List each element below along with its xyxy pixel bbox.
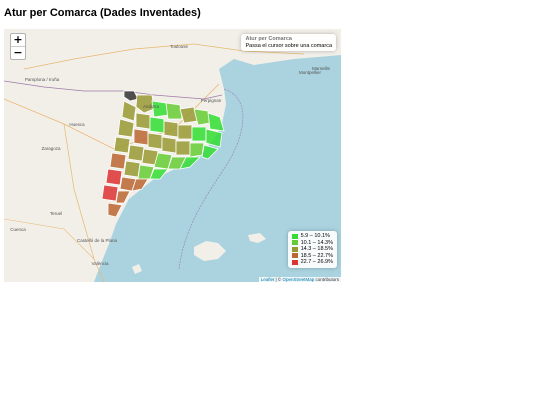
place-label: Teruel — [50, 211, 62, 216]
legend-swatch — [291, 246, 298, 252]
attribution-suffix: contributors — [314, 277, 339, 282]
legend-swatch — [291, 259, 298, 265]
legend-swatch — [291, 240, 298, 246]
map-container[interactable]: Toulouse Montpellier Marseille Perpignan And… — [4, 29, 341, 282]
legend: 5.9 – 10.1% 10.1 – 14.3% 14.3 – 18.5% 18.5 … — [287, 231, 337, 268]
place-label: Perpignan — [201, 98, 222, 103]
place-label: Andorra — [143, 104, 160, 109]
attribution: Leaflet | © OpenStreetMap contributors — [258, 277, 341, 282]
legend-item: 22.7 – 26.9% — [291, 259, 333, 266]
legend-label: 18.5 – 22.7% — [300, 252, 333, 259]
legend-label: 22.7 – 26.9% — [300, 259, 333, 266]
place-label: Castelló de la Plana — [77, 238, 118, 243]
place-label: Cuenca — [10, 227, 26, 232]
place-label: València — [92, 261, 109, 266]
legend-label: 5.9 – 10.1% — [300, 233, 330, 240]
legend-swatch — [291, 233, 298, 239]
zoom-out-button[interactable]: − — [11, 47, 25, 59]
osm-link[interactable]: OpenStreetMap — [282, 277, 314, 282]
place-label: Huesca — [69, 122, 85, 127]
leaflet-link[interactable]: Leaflet — [261, 277, 275, 282]
legend-label: 10.1 – 14.3% — [300, 239, 333, 246]
place-label: Marseille — [312, 66, 331, 71]
info-panel: Atur per Comarca Passa el cursor sobre u… — [241, 34, 336, 51]
place-label: Pamplona / Iruña — [25, 77, 60, 82]
place-label: Toulouse — [170, 44, 189, 49]
zoom-control: + − — [10, 33, 26, 60]
page-title: Atur per Comarca (Dades Inventades) — [4, 7, 201, 19]
info-text: Passa el cursor sobre una comarca — [245, 43, 332, 49]
legend-label: 14.3 – 18.5% — [300, 246, 333, 253]
place-label: Zaragoza — [41, 146, 61, 151]
info-title: Atur per Comarca — [245, 36, 292, 42]
legend-swatch — [291, 253, 298, 259]
